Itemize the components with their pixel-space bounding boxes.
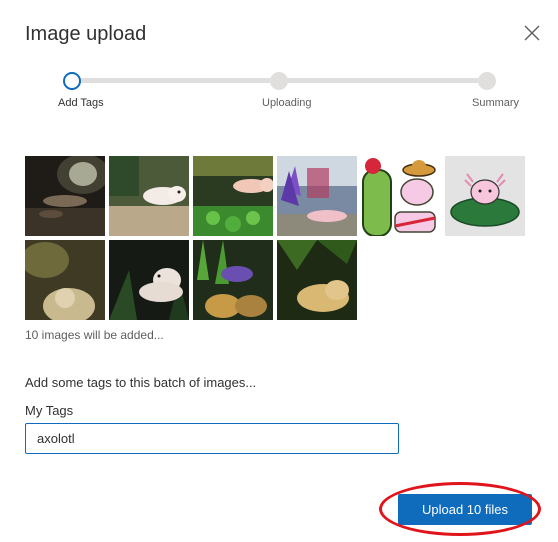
image-count-text: 10 images will be added... <box>25 328 164 342</box>
image-thumbnail[interactable] <box>25 240 105 320</box>
step-label-summary: Summary <box>472 97 520 109</box>
image-thumbnail[interactable] <box>445 156 525 236</box>
image-thumbnail[interactable] <box>193 156 273 236</box>
step-label-add-tags: Add Tags <box>58 97 104 109</box>
image-thumbnail[interactable] <box>361 156 441 236</box>
progress-stepper: Add Tags Uploading Summary <box>0 0 558 120</box>
step-dot-summary <box>478 72 496 90</box>
upload-files-button[interactable]: Upload 10 files <box>398 494 532 525</box>
image-thumbnail[interactable] <box>277 240 357 320</box>
tags-input[interactable] <box>25 423 399 454</box>
step-label-uploading: Uploading <box>262 97 312 109</box>
image-thumbnail[interactable] <box>193 240 273 320</box>
step-dot-add-tags <box>63 72 81 90</box>
step-dot-uploading <box>270 72 288 90</box>
image-thumbnail[interactable] <box>25 156 105 236</box>
image-thumbnail[interactable] <box>109 156 189 236</box>
image-thumbnail[interactable] <box>277 156 357 236</box>
my-tags-label: My Tags <box>25 403 74 418</box>
image-thumbnail[interactable] <box>109 240 189 320</box>
tags-prompt: Add some tags to this batch of images... <box>25 375 257 390</box>
